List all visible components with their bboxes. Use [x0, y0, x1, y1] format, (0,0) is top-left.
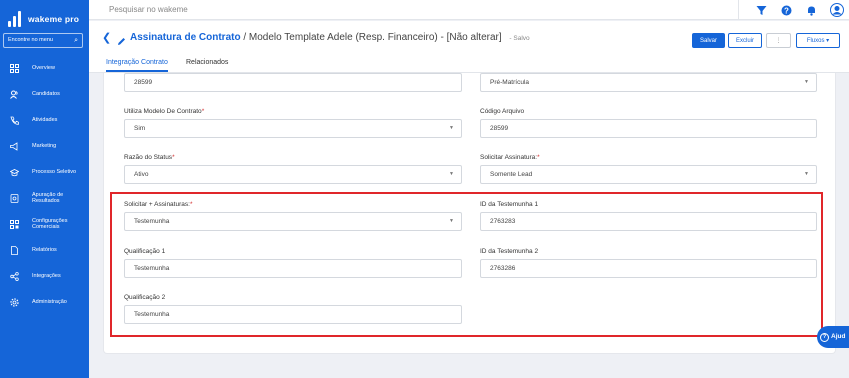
- field-value: 28599: [490, 125, 509, 132]
- highlight-box: [110, 192, 823, 337]
- global-search-input[interactable]: Pesquisar no wakeme: [99, 0, 739, 20]
- avatar[interactable]: [824, 0, 849, 20]
- brand-logo[interactable]: wakeme pro: [8, 9, 79, 29]
- grid-icon: [10, 63, 19, 73]
- tab-integracao-contrato[interactable]: Integração Contrato: [106, 59, 168, 72]
- search-icon: ⌕: [74, 37, 78, 44]
- sidebar-item-integracoes[interactable]: Integrações: [0, 264, 89, 288]
- codigo-arquivo-input[interactable]: 28599: [480, 119, 817, 138]
- sidebar-item-label: Apuração de Resultados: [32, 191, 64, 205]
- solicitar-assinatura-select[interactable]: Somente Lead ▼: [480, 165, 817, 184]
- chevron-down-icon: ▼: [804, 171, 809, 177]
- share-icon: [10, 271, 19, 281]
- sidebar-item-label: Atividades: [32, 116, 58, 123]
- filter-icon[interactable]: [749, 0, 774, 20]
- sidebar-item-apuracao[interactable]: Apuração de Resultados: [0, 186, 89, 210]
- back-arrow-icon[interactable]: ❮: [102, 31, 111, 44]
- field-value: Pré-Matrícula: [490, 79, 530, 86]
- settings-grid-icon: [10, 219, 19, 229]
- pencil-icon[interactable]: [117, 33, 126, 51]
- sidebar-item-label: Relatórios: [32, 246, 57, 253]
- record-name: / Modelo Template Adele (Resp. Financeir…: [243, 32, 502, 43]
- sidebar-item-label: Candidatos: [32, 90, 60, 97]
- users-icon: [10, 90, 19, 99]
- field-label: Código Arquivo: [480, 108, 525, 115]
- sidebar-item-marketing[interactable]: Marketing: [0, 134, 89, 158]
- select-field[interactable]: Pré-Matrícula ▼: [480, 73, 817, 92]
- text-field[interactable]: 28599: [124, 73, 462, 92]
- document-icon: [10, 245, 19, 255]
- megaphone-icon: [10, 141, 19, 151]
- phone-icon: [10, 116, 19, 125]
- help-label: Ajud: [831, 333, 846, 340]
- graduation-cap-icon: [10, 168, 19, 177]
- chevron-down-icon: ▼: [804, 79, 809, 85]
- delete-button[interactable]: Excluir: [728, 33, 762, 48]
- question-icon: ?: [820, 333, 829, 342]
- razao-status-select[interactable]: Ativo ▼: [124, 165, 462, 184]
- more-options-button[interactable]: ⋮: [766, 33, 791, 48]
- chevron-down-icon: ▼: [449, 171, 454, 177]
- sidebar-item-atividades[interactable]: Atividades: [0, 108, 89, 132]
- utiliza-modelo-select[interactable]: Sim ▼: [124, 119, 462, 138]
- top-bar: Pesquisar no wakeme ?: [89, 0, 849, 20]
- sidebar-item-label: Administração: [32, 298, 67, 305]
- sidebar-item-administracao[interactable]: Administração: [0, 290, 89, 314]
- save-button[interactable]: Salvar: [692, 33, 725, 48]
- svg-text:?: ?: [784, 6, 789, 15]
- sidebar-item-label: Overview: [32, 64, 55, 71]
- sidebar-item-label: Processo Seletivo: [32, 168, 77, 175]
- sidebar-item-configuracoes[interactable]: Configurações Comerciais: [0, 212, 89, 236]
- sidebar-item-label: Configurações Comerciais: [32, 217, 68, 231]
- sidebar-item-processo-seletivo[interactable]: Processo Seletivo: [0, 160, 89, 184]
- sidebar-item-label: Marketing: [32, 142, 57, 149]
- field-label: Solicitar Assinatura:*: [480, 154, 540, 161]
- sidebar-item-candidatos[interactable]: Candidatos: [0, 82, 89, 106]
- sidebar-search-input[interactable]: Encontre no menu ⌕: [3, 33, 83, 48]
- field-value: Ativo: [134, 171, 149, 178]
- sidebar-item-label: Integrações: [32, 272, 61, 279]
- gear-icon: [10, 297, 19, 307]
- help-icon[interactable]: ?: [774, 0, 799, 20]
- tab-relacionados[interactable]: Relacionados: [186, 59, 228, 70]
- bell-icon[interactable]: [799, 0, 824, 20]
- entity-title: Assinatura de Contrato: [130, 32, 241, 43]
- field-value: Somente Lead: [490, 171, 533, 178]
- field-value: Sim: [134, 125, 146, 132]
- flows-dropdown-button[interactable]: Fluxos ▾: [796, 33, 840, 48]
- brand-name: wakeme pro: [28, 14, 80, 24]
- sidebar-item-relatorios[interactable]: Relatórios: [0, 238, 89, 262]
- field-value: 28599: [134, 79, 153, 86]
- logo-mark-icon: [8, 11, 22, 27]
- sidebar-search-placeholder: Encontre no menu: [8, 37, 53, 43]
- record-header: ❮ Assinatura de Contrato / Modelo Templa…: [89, 21, 849, 73]
- help-floating-button[interactable]: ? Ajud: [817, 326, 849, 348]
- field-label: Razão do Status*: [124, 154, 175, 161]
- page-title: Assinatura de Contrato / Modelo Template…: [130, 32, 530, 43]
- sidebar-item-overview[interactable]: Overview: [0, 56, 89, 80]
- field-label: Utiliza Modelo De Contrato*: [124, 108, 205, 115]
- save-status: - Salvo: [509, 35, 530, 42]
- report-icon: [10, 193, 19, 203]
- chevron-down-icon: ▼: [449, 125, 454, 131]
- sidebar: wakeme pro Encontre no menu ⌕ Overview C…: [0, 0, 89, 378]
